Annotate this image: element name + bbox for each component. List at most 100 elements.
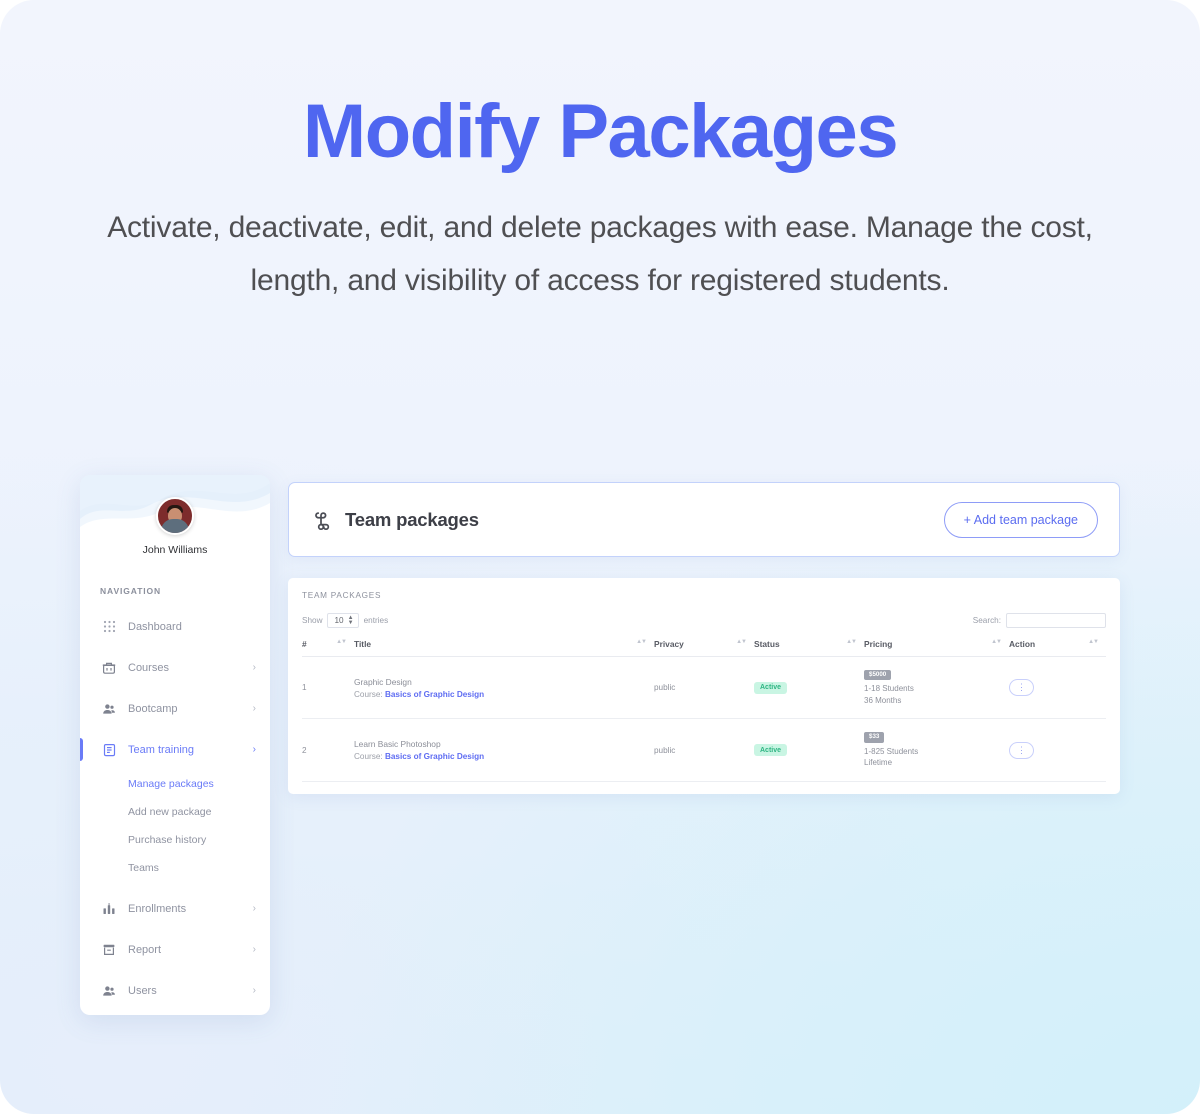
row-actions-button[interactable]: ⋮ [1009, 741, 1034, 759]
navigation-label: NAVIGATION [100, 586, 162, 596]
navigation-list: Dashboard Courses › Bootcamp › Team trai… [80, 606, 270, 1011]
show-entries-control: Show 10 ▲ ▼ entries [302, 613, 388, 628]
basket-icon [101, 660, 117, 676]
package-course: Course: Basics of Graphic Design [354, 752, 654, 761]
package-title: Learn Basic Photoshop [354, 739, 441, 750]
sidebar-item-label: Report [128, 943, 162, 956]
stepper-icon: ▲ ▼ [347, 614, 354, 626]
entries-per-page-select[interactable]: 10 ▲ ▼ [327, 613, 359, 628]
cell-number: 1 [302, 656, 354, 720]
column-label: Title [354, 639, 372, 649]
sidebar-item-label: Users [128, 984, 157, 997]
column-header-pricing[interactable]: Pricing ▲▼ [864, 639, 1009, 657]
course-prefix: Course: [354, 689, 383, 699]
column-header-action[interactable]: Action ▲▼ [1009, 639, 1106, 657]
cell-pricing: $33 1-825 Students Lifetime [864, 718, 1009, 782]
status-badge: Active [754, 744, 788, 757]
price-students: 1-18 Students [864, 684, 914, 694]
sidebar-item-team-training[interactable]: Team training › [80, 729, 270, 770]
sidebar-subitem-label: Add new package [128, 806, 212, 818]
column-header-status[interactable]: Status ▲▼ [754, 639, 864, 657]
search-control: Search: [973, 613, 1106, 628]
table-body: 1 Graphic Design Course: Basics of Graph… [302, 656, 1106, 782]
users-icon [101, 983, 117, 999]
table-row: 2 Learn Basic Photoshop Course: Basics o… [302, 718, 1106, 782]
team-packages-header-card: Team packages + Add team package [288, 482, 1120, 557]
column-label: Action [1009, 639, 1036, 649]
page-root: Modify Packages Activate, deactivate, ed… [0, 0, 1200, 1114]
column-label: # [302, 639, 307, 649]
search-label: Search: [972, 616, 1001, 625]
cell-privacy: public [654, 718, 754, 782]
sort-icon: ▲▼ [336, 639, 347, 645]
show-entries-suffix: entries [363, 616, 389, 625]
sidebar-item-label: Enrollments [128, 902, 187, 915]
user-name: John Williams [142, 544, 208, 556]
course-link[interactable]: Basics of Graphic Design [385, 752, 484, 761]
sidebar-subitem-manage-packages[interactable]: Manage packages [80, 770, 270, 798]
table-caption: TEAM PACKAGES [302, 591, 382, 600]
sort-icon: ▲▼ [991, 639, 1002, 645]
team-packages-header-left: Team packages [310, 509, 479, 531]
entries-per-page-value: 10 [334, 616, 344, 625]
sidebar-item-label: Bootcamp [128, 702, 178, 715]
status-badge: Active [754, 681, 788, 694]
avatar[interactable] [156, 497, 194, 535]
sidebar-item-report[interactable]: Report › [80, 929, 270, 970]
sort-icon: ▲▼ [1088, 639, 1099, 645]
cell-title: Learn Basic Photoshop Course: Basics of … [354, 718, 654, 782]
column-header-title[interactable]: Title ▲▼ [354, 639, 654, 657]
sidebar-item-enrollments[interactable]: Enrollments › [80, 888, 270, 929]
search-input[interactable] [1006, 613, 1106, 628]
chevron-right-icon: › [252, 703, 256, 714]
team-packages-table-card: TEAM PACKAGES Show 10 ▲ ▼ entries Search:… [288, 578, 1120, 794]
team-packages-table: # ▲▼ Title ▲▼ Privacy ▲▼ Status ▲▼ Pricing ▲▼… [302, 639, 1106, 782]
table-controls: Show 10 ▲ ▼ entries Search: [302, 613, 1106, 628]
price-badge: $5000 [864, 670, 892, 681]
sidebar-item-label: Team training [128, 743, 195, 756]
cell-title: Graphic Design Course: Basics of Graphic… [354, 656, 654, 720]
team-packages-title: Team packages [345, 508, 479, 530]
table-header: # ▲▼ Title ▲▼ Privacy ▲▼ Status ▲▼ Pricing ▲▼… [302, 639, 1106, 657]
sidebar-subitem-teams[interactable]: Teams [80, 854, 270, 882]
archive-icon [101, 942, 117, 958]
sidebar-subitem-add-new-package[interactable]: Add new package [80, 798, 270, 826]
chevron-right-icon: › [252, 985, 256, 996]
cell-status: Active [754, 718, 864, 782]
column-label: Status [754, 639, 780, 649]
cell-privacy: public [654, 656, 754, 720]
add-team-package-button[interactable]: + Add team package [943, 501, 1098, 538]
chevron-right-icon: › [252, 944, 256, 955]
sort-icon: ▲▼ [846, 639, 857, 645]
course-link[interactable]: Basics of Graphic Design [385, 690, 484, 699]
sidebar-item-courses[interactable]: Courses › [80, 647, 270, 688]
price-badge: $33 [864, 732, 885, 743]
users-icon [101, 701, 117, 717]
table-header-row: # ▲▼ Title ▲▼ Privacy ▲▼ Status ▲▼ Pricing ▲▼… [302, 639, 1106, 657]
price-duration: Lifetime [864, 758, 893, 768]
page-subtitle: Activate, deactivate, edit, and delete p… [107, 211, 1093, 298]
chevron-right-icon: › [252, 662, 256, 673]
sidebar-subitem-label: Manage packages [128, 778, 214, 790]
column-header-number[interactable]: # ▲▼ [302, 639, 354, 657]
sidebar-subitem-label: Purchase history [128, 834, 207, 846]
grid-icon [101, 619, 117, 635]
column-header-privacy[interactable]: Privacy ▲▼ [654, 639, 754, 657]
cell-action: ⋮ [1009, 718, 1106, 782]
row-actions-button[interactable]: ⋮ [1009, 679, 1034, 697]
package-course: Course: Basics of Graphic Design [354, 690, 654, 699]
course-prefix: Course: [354, 752, 383, 762]
column-label: Pricing [864, 639, 893, 649]
package-title: Graphic Design [354, 676, 412, 687]
show-entries-prefix: Show [302, 616, 323, 625]
sidebar-item-dashboard[interactable]: Dashboard [80, 606, 270, 647]
sort-icon: ▲▼ [636, 639, 647, 645]
sidebar-item-users[interactable]: Users › [80, 970, 270, 1011]
sidebar-subitem-purchase-history[interactable]: Purchase history [80, 826, 270, 854]
hero-section: Modify Packages Activate, deactivate, ed… [0, 92, 1200, 308]
price-students: 1-825 Students [864, 746, 919, 756]
price-duration: 36 Months [864, 695, 902, 705]
sidebar-item-label: Dashboard [128, 620, 182, 633]
sidebar-item-bootcamp[interactable]: Bootcamp › [80, 688, 270, 729]
cell-number: 2 [302, 718, 354, 782]
